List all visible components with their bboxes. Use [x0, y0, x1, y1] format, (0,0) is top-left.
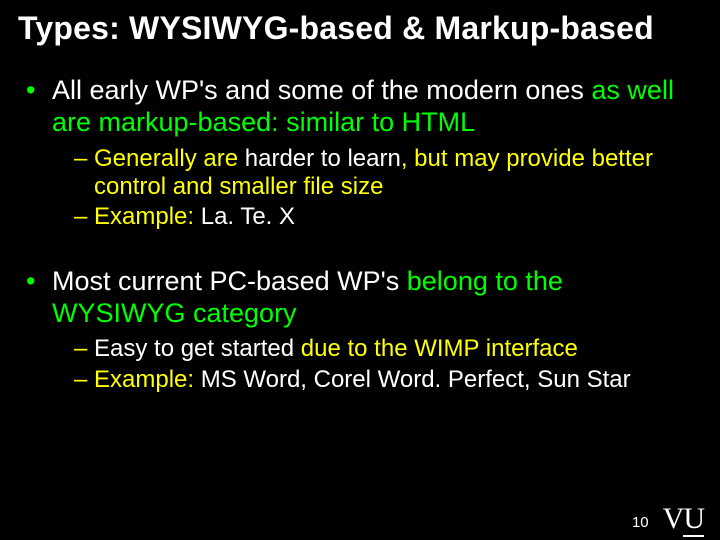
bullet-list: All early WP's and some of the modern on…	[18, 75, 702, 394]
bullet-item: All early WP's and some of the modern on…	[26, 75, 702, 232]
sub-text: Generally are	[94, 145, 245, 172]
sub-item: Example: La. Te. X	[74, 203, 702, 231]
spacer	[26, 236, 702, 266]
sub-highlight: La. Te. X	[201, 203, 295, 230]
sub-list: Generally are harder to learn, but may p…	[52, 145, 702, 232]
logo-letter: V	[663, 502, 684, 535]
slide: Types: WYSIWYG-based & Markup-based All …	[0, 0, 720, 540]
sub-highlight: MS Word, Corel Word. Perfect, Sun Star	[201, 366, 631, 393]
bullet-highlight: All early WP's and some of the modern on…	[52, 75, 584, 105]
sub-text: Example:	[94, 366, 201, 393]
sub-list: Easy to get started due to the WIMP inte…	[52, 335, 702, 394]
sub-item: Easy to get started due to the WIMP inte…	[74, 335, 702, 363]
sub-highlight: Easy to get started	[94, 335, 294, 362]
vu-logo: VU	[663, 504, 704, 534]
bullet-item: Most current PC-based WP's belong to the…	[26, 266, 702, 394]
footer: 10 VU	[632, 504, 704, 534]
logo-letter: U	[683, 502, 704, 537]
page-number: 10	[632, 514, 649, 534]
sub-text: Example:	[94, 203, 201, 230]
sub-highlight: harder to learn	[245, 145, 401, 172]
sub-item: Example: MS Word, Corel Word. Perfect, S…	[74, 366, 702, 394]
slide-title: Types: WYSIWYG-based & Markup-based	[18, 10, 702, 47]
sub-text: due to the WIMP interface	[294, 335, 578, 362]
bullet-highlight: Most current PC-based WP's	[52, 266, 399, 296]
sub-item: Generally are harder to learn, but may p…	[74, 145, 702, 202]
